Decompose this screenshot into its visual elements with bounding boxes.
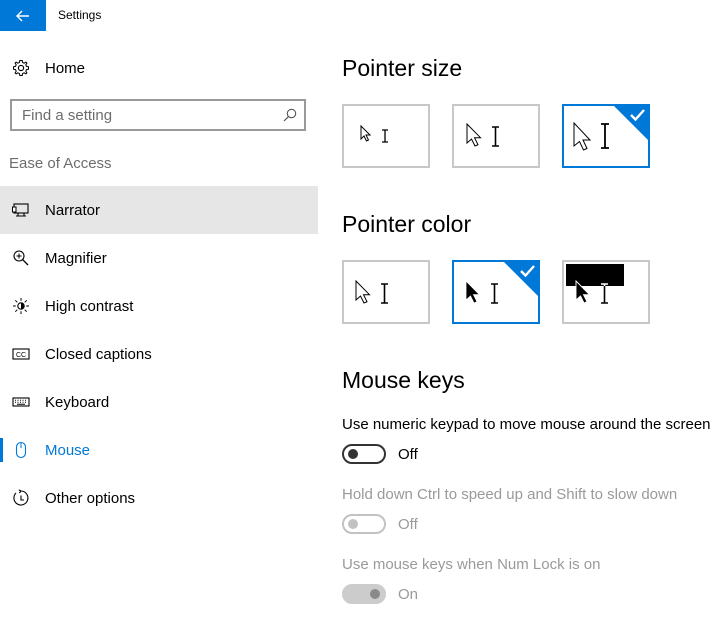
ctrl-shift-speed-toggle-state: Off [398,516,418,533]
search-icon[interactable] [282,107,298,123]
sidebar-nav: Narrator Magnifier High contrast CC Clos… [0,186,318,522]
numeric-keypad-toggle-state: Off [398,446,418,463]
pointer-color-white-option[interactable] [342,260,430,324]
home-label: Home [45,60,86,77]
narrator-icon [12,203,29,217]
pointer-size-heading: Pointer size [342,55,463,81]
numeric-keypad-toggle[interactable] [342,444,386,464]
high-contrast-icon [13,298,29,314]
sidebar-item-label: Other options [45,490,136,507]
back-button[interactable] [0,0,46,31]
keyboard-icon [12,397,30,407]
search-input[interactable] [22,105,272,125]
section-label: Ease of Access [9,155,112,172]
gear-icon [13,60,29,76]
sidebar-item-high-contrast[interactable]: High contrast [0,282,318,330]
pointer-color-inverted-option[interactable] [562,260,650,324]
svg-text:CC: CC [16,352,26,359]
pointer-size-large-option[interactable] [562,104,650,168]
closed-captions-icon: CC [12,348,30,360]
num-lock-label: Use mouse keys when Num Lock is on [342,556,601,573]
num-lock-toggle[interactable] [342,584,386,604]
main-content: Pointer size Pointer color Mouse keys Us… [318,31,718,618]
selected-check-icon [504,262,538,296]
home-nav-item[interactable]: Home [0,54,318,82]
medium-pointer-cursor-icon [466,122,499,147]
toggle-knob [370,589,380,599]
search-box[interactable] [10,99,306,131]
sidebar-item-label: Narrator [45,202,101,219]
numeric-keypad-label: Use numeric keypad to move mouse around … [342,416,711,433]
inverted-pointer-cursor-icon [566,264,624,304]
selection-indicator [0,438,3,462]
toggle-knob [348,519,358,529]
ctrl-shift-speed-toggle[interactable] [342,514,386,534]
pointer-color-black-option[interactable] [452,260,540,324]
mouse-keys-heading: Mouse keys [342,367,465,393]
white-pointer-cursor-icon [355,279,388,304]
pointer-color-heading: Pointer color [342,211,472,237]
back-arrow-icon [16,10,29,21]
sidebar-item-label: Mouse [45,442,91,459]
ctrl-shift-speed-label: Hold down Ctrl to speed up and Shift to … [342,486,678,503]
sidebar-item-magnifier[interactable]: Magnifier [0,234,318,282]
sidebar-item-closed-captions[interactable]: CC Closed captions [0,330,318,378]
window-title: Settings [58,8,102,22]
sidebar-item-label: Keyboard [45,394,110,411]
magnifier-icon [13,250,29,266]
pointer-size-small-option[interactable] [342,104,430,168]
toggle-knob [348,449,358,459]
title-bar: Settings [0,0,718,31]
num-lock-toggle-state: On [398,586,419,603]
sidebar: Home Ease of Access Narrator Magnifier [0,31,318,618]
small-pointer-cursor-icon [360,124,388,143]
sidebar-item-label: Closed captions [45,346,152,363]
sidebar-item-narrator[interactable]: Narrator [0,186,318,234]
mouse-icon [15,441,27,459]
sidebar-item-other-options[interactable]: Other options [0,474,318,522]
sidebar-item-keyboard[interactable]: Keyboard [0,378,318,426]
other-options-icon [13,489,29,506]
selected-check-icon [614,106,648,140]
sidebar-item-label: High contrast [45,298,134,315]
sidebar-item-mouse[interactable]: Mouse [0,426,318,474]
sidebar-item-label: Magnifier [45,250,107,267]
pointer-size-medium-option[interactable] [452,104,540,168]
